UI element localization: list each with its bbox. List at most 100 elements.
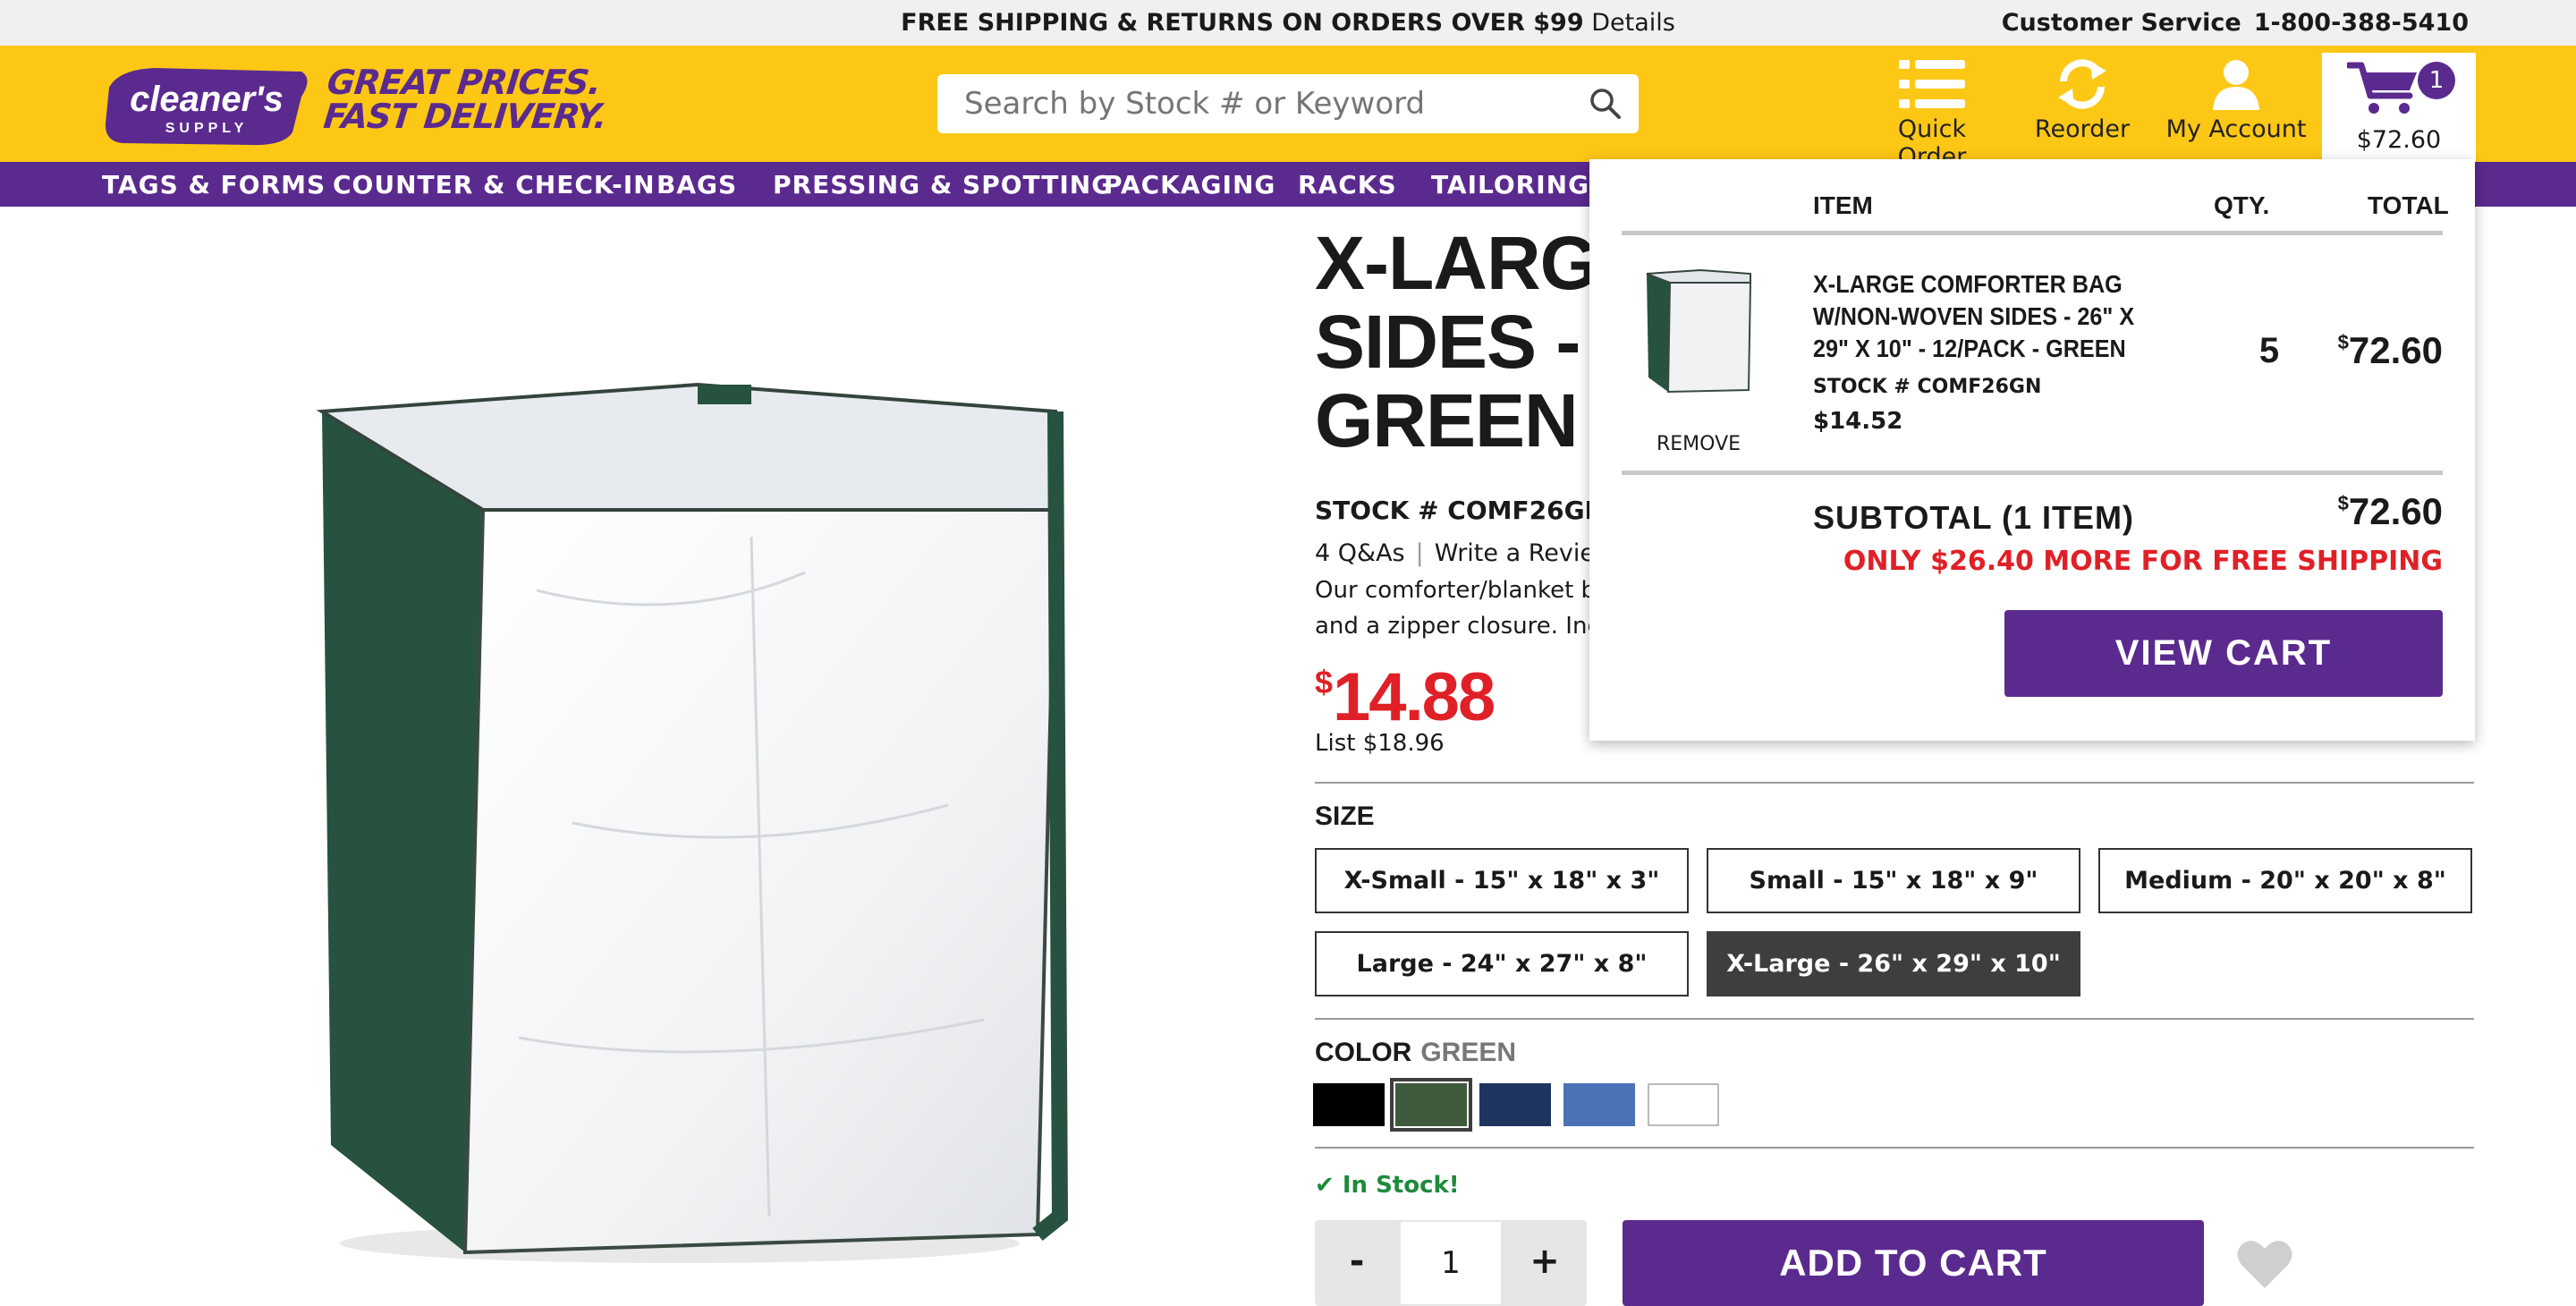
cart-item-total-value: 72.60: [2348, 329, 2443, 371]
shipping-details-link[interactable]: Details: [1591, 9, 1675, 37]
stock-status-text: In Stock!: [1342, 1172, 1460, 1199]
divider: [1315, 1018, 2474, 1020]
color-swatch-green[interactable]: [1390, 1078, 1472, 1132]
product-title: X-LARGE C SIDES - 26 GREEN: [1315, 224, 1610, 460]
cart-count-badge: 1: [2418, 62, 2455, 99]
divider: [1315, 1147, 2474, 1149]
product-description: Our comforter/blanket bag and a zipper c…: [1315, 572, 1592, 644]
color-selected-value: GREEN: [1420, 1038, 1517, 1067]
tagline-line-1: GREAT PRICES.: [325, 63, 603, 102]
checkmark-icon: ✔: [1315, 1172, 1343, 1199]
product-title-line-2: SIDES - 26: [1315, 300, 1610, 384]
search-icon[interactable]: [1589, 87, 1623, 121]
product-image: [316, 382, 1069, 1263]
cart-item-unit-price: $14.52: [1813, 408, 1903, 435]
my-account-button[interactable]: My Account: [2165, 58, 2308, 143]
free-shipping-message: ONLY $26.40 MORE FOR FREE SHIPPING: [1843, 546, 2443, 577]
logo-subtext: SUPPLY: [165, 121, 249, 136]
divider: |: [1415, 539, 1424, 567]
description-line-1: Our comforter/blanket bag: [1315, 577, 1592, 604]
site-header: cleaner's SUPPLY GREAT PRICES. FAST DELI…: [0, 46, 2576, 171]
price-currency: $: [1315, 664, 1333, 700]
search-box: [937, 74, 1639, 133]
size-label: SIZE: [1315, 801, 1375, 831]
color-swatch-black[interactable]: [1313, 1083, 1385, 1126]
view-cart-button[interactable]: VIEW CART: [2004, 610, 2443, 697]
quantity-input[interactable]: 1: [1399, 1220, 1503, 1306]
size-option-small[interactable]: Small - 15" x 18" x 9": [1707, 848, 2080, 913]
quick-order-button[interactable]: Quick Order: [1860, 58, 2004, 171]
tagline: GREAT PRICES. FAST DELIVERY.: [321, 63, 612, 136]
cart-button[interactable]: 1 $72.60: [2322, 53, 2476, 169]
page: FREE SHIPPING & RETURNS ON ORDERS OVER $…: [0, 0, 2576, 1306]
list-icon: [1899, 60, 1965, 108]
my-account-label: My Account: [2165, 115, 2307, 143]
write-review-link[interactable]: Write a Review: [1435, 539, 1614, 567]
subtotal-amount: 72.60: [2348, 490, 2443, 532]
cleaners-supply-logo[interactable]: cleaner's SUPPLY: [100, 61, 313, 150]
reorder-button[interactable]: Reorder: [2029, 58, 2136, 143]
cart-total: $72.60: [2356, 126, 2442, 154]
increase-quantity-button[interactable]: +: [1503, 1220, 1587, 1306]
cart-item-quantity: 5: [2258, 331, 2280, 370]
color-swatch-white[interactable]: [1648, 1083, 1719, 1126]
remove-item-link[interactable]: REMOVE: [1622, 433, 1775, 455]
nav-item-bags[interactable]: BAGS: [657, 170, 737, 199]
nav-item-racks[interactable]: RACKS: [1298, 170, 1397, 199]
logo-text: cleaner's: [130, 80, 284, 119]
color-label: COLOR GREEN: [1315, 1038, 1516, 1068]
refresh-icon: [2058, 59, 2106, 109]
search-input[interactable]: [964, 83, 1572, 124]
cart-icon: [2347, 62, 2417, 114]
product-price: $14.88: [1315, 658, 1496, 736]
add-to-cart-button[interactable]: ADD TO CART: [1623, 1220, 2204, 1306]
mini-cart-col-item: ITEM: [1813, 191, 1873, 219]
nav-item-packaging[interactable]: PACKAGING: [1104, 170, 1275, 199]
reviews-row: 4 Q&As | Write a Review: [1315, 539, 1614, 567]
customer-service-label: Customer Service: [2001, 9, 2241, 37]
divider: [1315, 782, 2474, 784]
color-swatch-navy[interactable]: [1479, 1083, 1551, 1126]
shipping-promo-text: FREE SHIPPING & RETURNS ON ORDERS OVER $…: [901, 9, 1584, 37]
nav-item-pressing-spotting[interactable]: PRESSING & SPOTTING: [773, 170, 1113, 199]
subtotal-currency: $: [2337, 492, 2349, 514]
nav-item-tailoring[interactable]: TAILORING: [1431, 170, 1589, 199]
price-value: 14.88: [1333, 659, 1496, 735]
quantity-stepper: - 1 +: [1315, 1220, 1587, 1306]
mini-cart-dropdown: ITEM QTY. TOTAL REMOVE X-LARGE COMFORTER…: [1589, 159, 2475, 741]
subtotal-label: SUBTOTAL (1 ITEM): [1813, 499, 2134, 536]
size-option-x-large[interactable]: X-Large - 26" x 29" x 10": [1707, 931, 2080, 996]
color-label-text: COLOR: [1315, 1038, 1412, 1067]
divider: [1622, 471, 2443, 475]
cart-item-stock: STOCK # COMF26GN: [1813, 376, 2042, 398]
mini-cart-col-total: TOTAL: [2368, 191, 2449, 219]
product-title-line-3: GREEN: [1315, 378, 1579, 460]
subtotal-value: $72.60: [2338, 490, 2443, 533]
cart-item-thumbnail[interactable]: [1643, 267, 1754, 396]
heart-icon[interactable]: [2236, 1238, 2293, 1290]
description-line-2: and a zipper closure. Inclu: [1315, 613, 1592, 640]
decrease-quantity-button[interactable]: -: [1315, 1220, 1399, 1306]
product-title-line-1: X-LARGE C: [1315, 224, 1610, 305]
nav-item-counter-check-in[interactable]: COUNTER & CHECK-IN: [333, 170, 656, 199]
cart-item-name[interactable]: X-LARGE COMFORTER BAG W/NON-WOVEN SIDES …: [1813, 268, 2151, 365]
color-swatch-blue[interactable]: [1563, 1083, 1635, 1126]
product-stock-number: STOCK # COMF26GN: [1315, 496, 1606, 525]
size-option-x-small[interactable]: X-Small - 15" x 18" x 3": [1315, 848, 1689, 913]
qa-link[interactable]: 4 Q&As: [1315, 539, 1405, 567]
mini-cart-col-qty: QTY.: [2214, 191, 2270, 219]
promo-bar: FREE SHIPPING & RETURNS ON ORDERS OVER $…: [0, 0, 2576, 46]
user-icon: [2213, 60, 2259, 110]
nav-item-tags-forms[interactable]: TAGS & FORMS: [102, 170, 326, 199]
cart-item-total: $72.60: [2338, 329, 2443, 372]
customer-service-phone[interactable]: 1-800-388-5410: [2254, 9, 2469, 37]
size-option-medium[interactable]: Medium - 20" x 20" x 8": [2098, 848, 2472, 913]
tagline-line-2: FAST DELIVERY.: [321, 97, 608, 136]
divider: [1622, 231, 2443, 235]
stock-status: ✔ In Stock!: [1315, 1172, 1460, 1199]
reorder-label: Reorder: [2034, 115, 2131, 143]
list-price: List $18.96: [1315, 730, 1445, 757]
cart-item-total-currency: $: [2337, 331, 2349, 353]
customer-service: Customer Service 1-800-388-5410: [2002, 9, 2469, 37]
size-option-large[interactable]: Large - 24" x 27" x 8": [1315, 931, 1689, 996]
